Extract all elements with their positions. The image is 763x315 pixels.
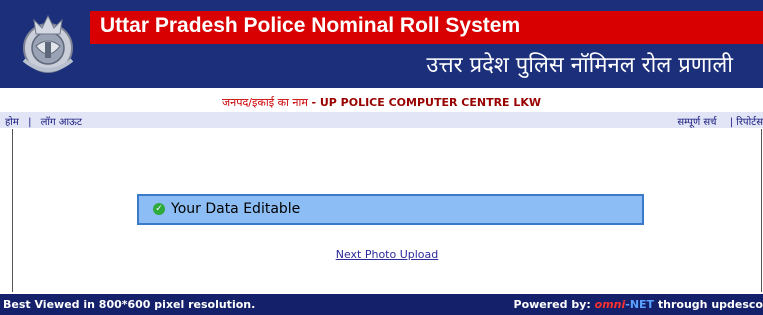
up-police-emblem-icon — [22, 14, 74, 73]
full-search-link[interactable]: सम्पूर्ण सर्च — [677, 117, 716, 128]
reports-link[interactable]: | रिपोर्टस — [730, 117, 763, 128]
powered-by-label: Powered by: — [513, 298, 591, 311]
page-header: Uttar Pradesh Police Nominal Roll System… — [0, 0, 763, 88]
nav-right-group: सम्पूर्ण सर्च | रिपोर्टस — [677, 114, 763, 128]
district-label: जनपद/इकाई का नाम — [221, 96, 308, 109]
check-circle-icon: ✓ — [153, 203, 165, 215]
logout-link[interactable]: लॉग आऊट — [41, 117, 82, 128]
nav-separator: | — [28, 117, 32, 128]
app-title-english: Uttar Pradesh Police Nominal Roll System — [100, 14, 521, 37]
footer-resolution-note: Best Viewed in 800*600 pixel resolution. — [3, 298, 256, 311]
app-title-hindi: उत्तर प्रदेश पुलिस नॉमिनल रोल प्रणाली — [426, 53, 733, 78]
status-message-box: ✓ Your Data Editable — [137, 194, 644, 225]
page-footer: Best Viewed in 800*600 pixel resolution.… — [0, 294, 763, 315]
nav-bar: होम | लॉग आऊट सम्पूर्ण सर्च | रिपोर्टस — [0, 112, 763, 128]
district-line: जनपद/इकाई का नाम - UP POLICE COMPUTER CE… — [0, 95, 763, 110]
footer-powered-by: Powered by: omni-NET through updesco — [514, 298, 763, 311]
main-content: ✓ Your Data Editable Next Photo Upload — [12, 129, 762, 292]
status-message-text: Your Data Editable — [171, 201, 301, 217]
footer-tail: through updesco — [654, 298, 763, 311]
home-link[interactable]: होम — [5, 117, 19, 128]
next-photo-upload-link[interactable]: Next Photo Upload — [13, 248, 761, 261]
district-value: - UP POLICE COMPUTER CENTRE LKW — [311, 96, 542, 109]
nav-left-group: होम | लॉग आऊट — [5, 114, 82, 128]
brand-omni: omni — [594, 298, 626, 311]
brand-net: -NET — [625, 298, 655, 311]
